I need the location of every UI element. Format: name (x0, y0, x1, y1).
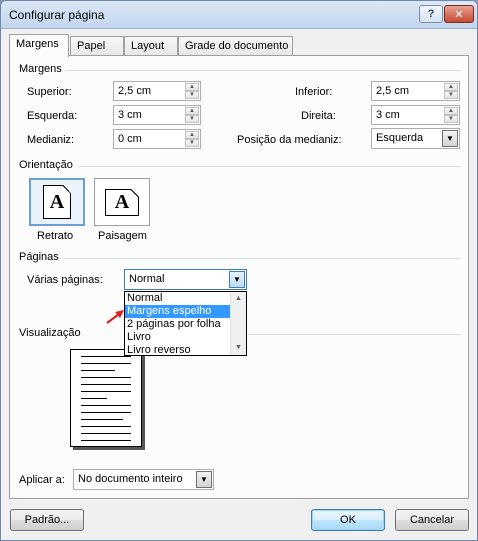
preview-line (81, 433, 131, 434)
orientation-section-label: Orientação (19, 159, 73, 171)
divider (65, 70, 461, 71)
esquerda-label: Esquerda: (27, 110, 78, 122)
margins-section-label: Margens (19, 63, 62, 75)
arrow-shaft (106, 313, 120, 324)
aplicar-a-value: No documento inteiro (78, 473, 183, 485)
tab-grade-do-documento[interactable]: Grade do documento (178, 36, 293, 56)
landscape-option[interactable]: A (94, 178, 150, 226)
close-button[interactable]: ✕ (444, 5, 474, 23)
spin-up-icon[interactable]: ▲ (185, 107, 199, 115)
preview-line (81, 384, 131, 385)
varias-paginas-label: Várias páginas: (27, 274, 103, 286)
aplicar-a-label: Aplicar a: (19, 474, 65, 486)
tab-papel[interactable]: Papel (70, 36, 124, 56)
varias-paginas-value: Normal (129, 273, 165, 285)
tab-layout[interactable]: Layout (124, 36, 178, 56)
direita-spinner[interactable]: 3 cm ▲ ▼ (371, 105, 460, 125)
medianiz-value: 0 cm (118, 133, 142, 145)
preview-line (81, 391, 131, 392)
chevron-down-icon[interactable]: ▼ (229, 271, 245, 288)
superior-label: Superior: (27, 86, 72, 98)
title-bar[interactable]: Configurar página ? ✕ (1, 1, 477, 29)
spin-up-icon[interactable]: ▲ (444, 83, 458, 91)
landscape-label: Paisagem (98, 230, 147, 242)
preview-line (81, 377, 131, 378)
medianiz-label: Medianiz: (27, 134, 75, 146)
scroll-down-icon[interactable]: ▼ (231, 341, 246, 355)
posicao-medianiz-select[interactable]: Esquerda ▼ (371, 128, 460, 149)
preview-line (81, 405, 131, 406)
spin-down-icon[interactable]: ▼ (185, 91, 199, 99)
varias-paginas-select[interactable]: Normal ▼ (124, 269, 247, 290)
divider (248, 334, 461, 335)
chevron-down-icon[interactable]: ▼ (196, 471, 212, 488)
option-livro[interactable]: Livro (125, 331, 231, 344)
close-icon: ✕ (454, 8, 464, 21)
superior-spinner[interactable]: 2,5 cm ▲ ▼ (113, 81, 201, 101)
padrao-button[interactable]: Padrão... (10, 509, 84, 531)
inferior-value: 2,5 cm (376, 85, 410, 97)
pages-section-label: Páginas (19, 251, 59, 263)
spin-down-icon[interactable]: ▼ (444, 115, 458, 123)
inferior-label: Inferior: (295, 86, 333, 98)
portrait-page-icon: A (43, 185, 71, 219)
help-button[interactable]: ? (419, 5, 443, 23)
direita-value: 3 cm (376, 109, 400, 121)
preview-line (81, 440, 131, 441)
tab-label: Grade do documento (185, 40, 289, 52)
spin-down-icon[interactable]: ▼ (185, 139, 199, 147)
preview-line (81, 398, 107, 399)
aplicar-a-select[interactable]: No documento inteiro ▼ (73, 469, 214, 490)
spin-down-icon[interactable]: ▼ (185, 115, 199, 123)
preview-line (81, 363, 131, 364)
option-margens-espelho[interactable]: Margens espelho (125, 305, 231, 318)
page-setup-dialog: Configurar página ? ✕ Margens Papel Layo… (0, 0, 478, 541)
tab-label: Margens (16, 38, 59, 50)
option-livro-reverso[interactable]: Livro reverso (125, 344, 231, 357)
tab-label: Papel (77, 40, 106, 52)
scroll-up-icon[interactable]: ▲ (231, 292, 246, 306)
landscape-page-icon: A (105, 188, 139, 216)
divider (79, 166, 461, 167)
tab-label: Layout (131, 40, 165, 52)
preview-line (81, 426, 131, 427)
chevron-down-icon[interactable]: ▼ (442, 130, 458, 147)
preview-line (81, 370, 115, 371)
option-normal[interactable]: Normal (125, 292, 231, 305)
esquerda-value: 3 cm (118, 109, 142, 121)
dropdown-scrollbar[interactable]: ▲ ▼ (230, 292, 246, 355)
direita-label: Direita: (301, 110, 336, 122)
portrait-option[interactable]: A (29, 178, 85, 226)
posicao-medianiz-value: Esquerda (376, 132, 424, 144)
tab-margens[interactable]: Margens (9, 34, 69, 57)
spin-up-icon[interactable]: ▲ (444, 107, 458, 115)
spin-up-icon[interactable]: ▲ (185, 83, 199, 91)
varias-paginas-dropdown-list[interactable]: Normal Margens espelho 2 páginas por fol… (124, 291, 247, 356)
esquerda-spinner[interactable]: 3 cm ▲ ▼ (113, 105, 201, 125)
ok-button[interactable]: OK (311, 509, 385, 531)
superior-value: 2,5 cm (118, 85, 152, 97)
window-title: Configurar página (9, 8, 105, 22)
inferior-spinner[interactable]: 2,5 cm ▲ ▼ (371, 81, 460, 101)
divider (63, 258, 461, 259)
spin-up-icon[interactable]: ▲ (185, 131, 199, 139)
preview-line (81, 419, 123, 420)
help-icon: ? (427, 8, 435, 20)
preview-section-label: Visualização (19, 327, 81, 339)
portrait-label: Retrato (37, 230, 74, 242)
cancelar-button[interactable]: Cancelar (395, 509, 469, 531)
medianiz-spinner[interactable]: 0 cm ▲ ▼ (113, 129, 201, 149)
option-2-paginas-por-folha[interactable]: 2 páginas por folha (125, 318, 231, 331)
page-preview (70, 349, 142, 447)
posicao-medianiz-label: Posição da medianiz: (237, 134, 342, 146)
preview-line (81, 356, 131, 357)
preview-line (81, 412, 131, 413)
spin-down-icon[interactable]: ▼ (444, 91, 458, 99)
